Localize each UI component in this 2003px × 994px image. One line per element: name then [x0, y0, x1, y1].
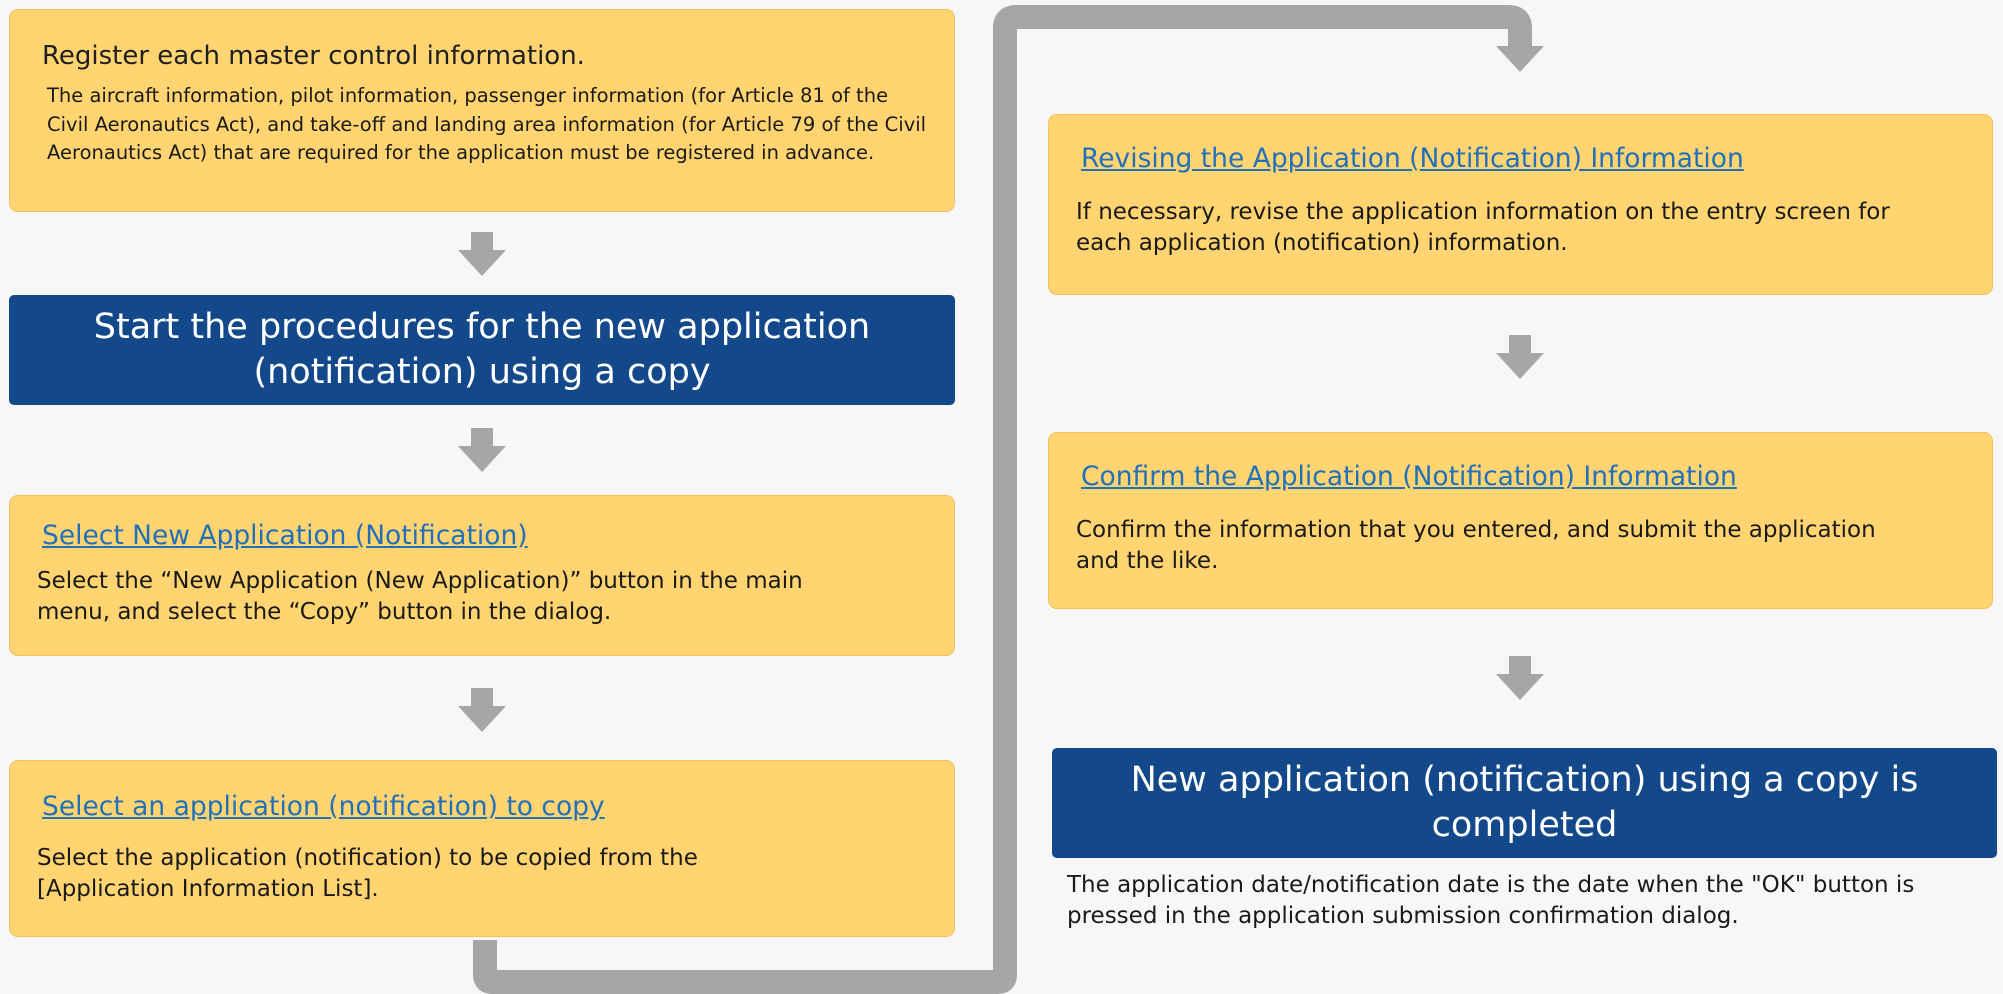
revise-information-link[interactable]: Revising the Application (Notification) …: [1081, 141, 1744, 177]
arrow-5: [1496, 656, 1544, 700]
revise-information-body: If necessary, revise the application inf…: [1076, 199, 1890, 256]
register-master-body: The aircraft information, pilot informat…: [47, 84, 927, 164]
revise-information-box: Revising the Application (Notification) …: [1048, 114, 1993, 295]
arrow-2: [458, 428, 506, 472]
arrow-3: [458, 688, 506, 732]
connector-arrowhead: [1496, 46, 1544, 72]
arrow-1: [458, 232, 506, 276]
confirm-information-body: Confirm the information that you entered…: [1076, 517, 1876, 574]
select-new-application-box: Select New Application (Notification) Se…: [9, 495, 955, 656]
select-copy-link[interactable]: Select an application (notification) to …: [42, 789, 605, 825]
confirm-information-link[interactable]: Confirm the Application (Notification) I…: [1081, 459, 1737, 495]
application-date-footnote: The application date/notification date i…: [1067, 872, 1915, 929]
select-new-application-body: Select the “New Application (New Applica…: [37, 568, 803, 625]
completed-box: New application (notification) using a c…: [1052, 748, 1997, 858]
select-new-application-link[interactable]: Select New Application (Notification): [42, 518, 528, 554]
start-procedures-box: Start the procedures for the new applica…: [9, 295, 955, 405]
start-procedures-title: Start the procedures for the new applica…: [93, 307, 871, 392]
flowchart-canvas: Register each master control information…: [0, 0, 2003, 994]
select-copy-box: Select an application (notification) to …: [9, 760, 955, 937]
confirm-information-box: Confirm the Application (Notification) I…: [1048, 432, 1993, 609]
select-copy-body: Select the application (notification) to…: [37, 845, 698, 902]
register-master-box: Register each master control information…: [9, 9, 955, 212]
completed-title: New application (notification) using a c…: [1130, 760, 1919, 845]
register-master-title: Register each master control information…: [42, 41, 585, 71]
arrow-4: [1496, 335, 1544, 379]
